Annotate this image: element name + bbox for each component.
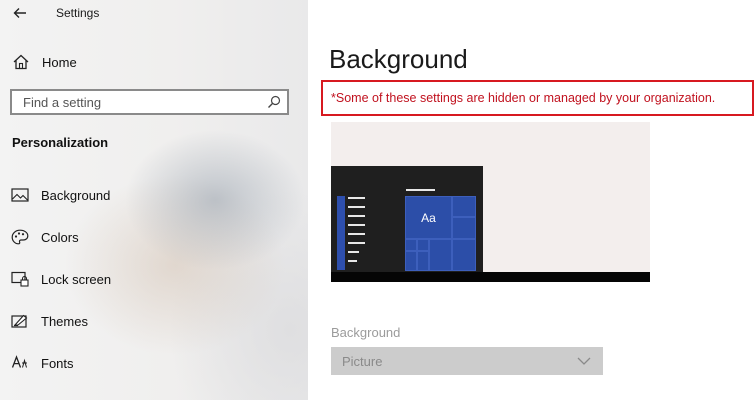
preview-list-line: [348, 242, 365, 244]
themes-icon: [10, 311, 30, 331]
dropdown-value: Picture: [342, 353, 383, 369]
preview-tile: [417, 251, 429, 271]
preview-tile-aa: Aa: [405, 196, 452, 239]
search-input[interactable]: [23, 94, 267, 110]
preview-list-line: [348, 215, 365, 217]
sidebar-item-background[interactable]: Background: [10, 184, 290, 206]
search-box[interactable]: [10, 89, 289, 115]
sidebar-item-label: Lock screen: [41, 271, 112, 287]
sidebar-item-lock-screen[interactable]: Lock screen: [10, 268, 290, 290]
back-arrow-icon: [13, 8, 26, 18]
chevron-down-icon: [577, 357, 591, 365]
home-icon: [13, 54, 29, 70]
preview-tile: [417, 239, 429, 251]
preview-app-strip: [337, 196, 345, 270]
preview-list-line: [348, 206, 365, 208]
managed-notice: *Some of these settings are hidden or ma…: [321, 80, 754, 116]
sidebar-item-fonts[interactable]: Fonts: [10, 352, 290, 374]
section-title: Personalization: [12, 135, 109, 150]
palette-icon: [10, 227, 30, 247]
background-field-label: Background: [331, 325, 401, 340]
notice-text: *Some of these settings are hidden or ma…: [331, 91, 716, 105]
preview-taskbar: [331, 272, 650, 282]
sidebar-item-colors[interactable]: Colors: [10, 226, 290, 248]
app-title: Settings: [56, 6, 100, 20]
back-button[interactable]: [8, 2, 32, 24]
sidebar-item-label: Fonts: [41, 355, 74, 371]
home-label: Home: [42, 54, 77, 70]
preview-start-menu: Aa: [331, 166, 483, 272]
preview-list-line: [348, 233, 365, 235]
preview-tile: [452, 196, 476, 217]
background-preview: Aa: [331, 122, 650, 282]
preview-tile: [405, 251, 417, 271]
preview-tile: [452, 239, 476, 271]
preview-tile: [452, 217, 476, 239]
preview-list-line: [348, 251, 359, 253]
home-nav-item[interactable]: Home: [12, 52, 77, 72]
sidebar-item-themes[interactable]: Themes: [10, 310, 290, 332]
sidebar-item-label: Themes: [41, 313, 88, 329]
preview-tile: [405, 239, 417, 251]
sidebar-item-label: Colors: [41, 229, 79, 245]
sidebar-item-label: Background: [41, 187, 111, 203]
sidebar: Settings Home Personalization Background: [0, 0, 308, 400]
fonts-icon: [10, 353, 30, 373]
preview-list-line: [348, 260, 357, 262]
preview-tiles-header: [406, 189, 435, 191]
page-title: Background: [329, 44, 468, 74]
preview-list-line: [348, 197, 365, 199]
background-dropdown[interactable]: Picture: [331, 347, 603, 375]
lock-screen-icon: [10, 269, 30, 289]
search-icon[interactable]: [267, 95, 281, 109]
picture-icon: [10, 185, 30, 205]
preview-tile: [429, 239, 452, 271]
preview-list-line: [348, 224, 365, 226]
